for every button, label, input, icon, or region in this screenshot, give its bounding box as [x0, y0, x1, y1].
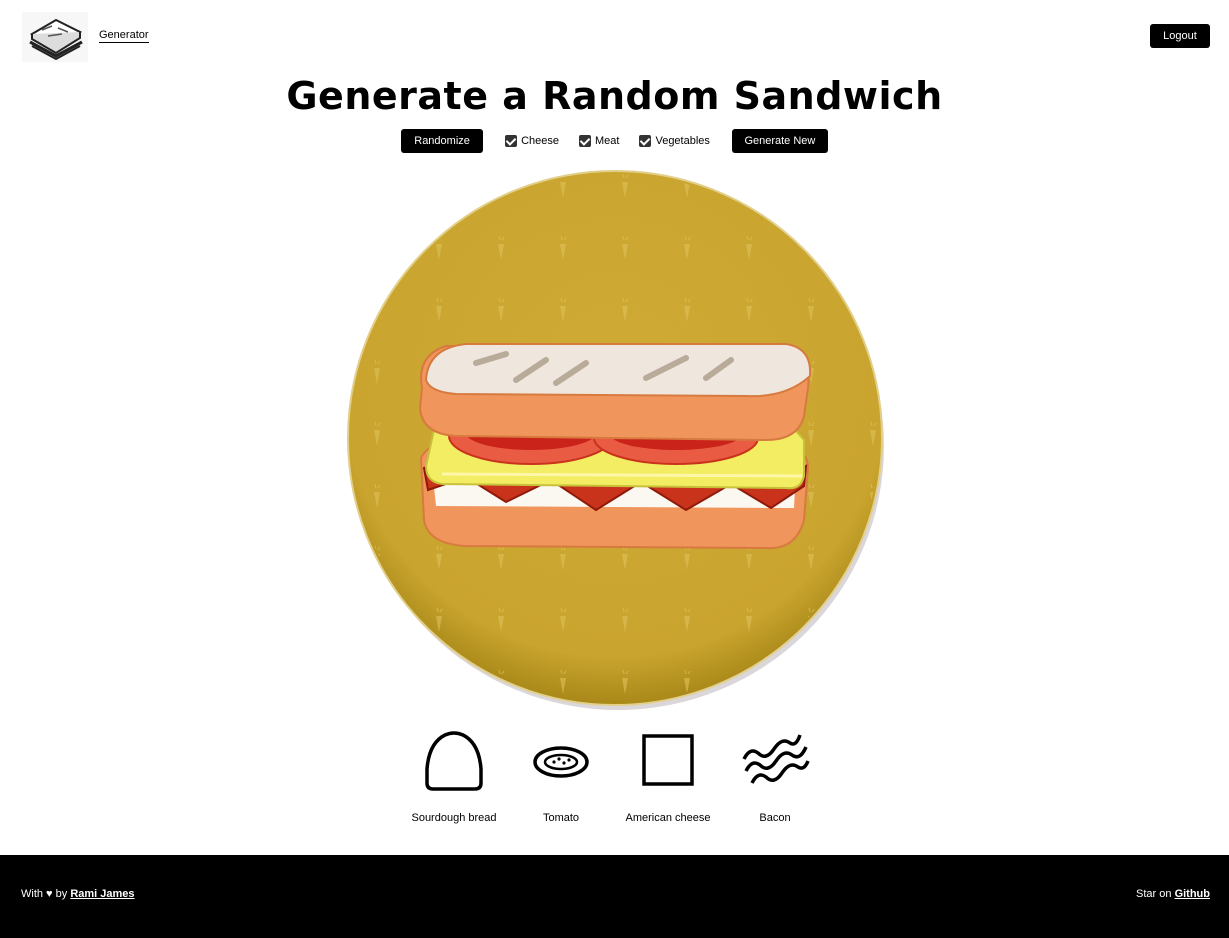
- footer-star-text: Star on: [1136, 888, 1172, 900]
- meat-checkbox[interactable]: Meat: [579, 135, 619, 147]
- ingredient-item[interactable]: Sourdough bread: [401, 725, 508, 824]
- ingredient-label: Bacon: [759, 812, 791, 824]
- github-link[interactable]: Github: [1175, 888, 1210, 900]
- randomize-button[interactable]: Randomize: [401, 129, 484, 153]
- ingredient-label: Tomato: [542, 812, 580, 824]
- bacon-icon: [742, 734, 810, 784]
- bread-icon: [425, 731, 483, 791]
- logout-button[interactable]: Logout: [1150, 24, 1210, 48]
- checkbox-checked-icon[interactable]: [639, 135, 652, 147]
- sandwich-logo-icon[interactable]: [22, 12, 88, 62]
- nav-generator-link[interactable]: Generator: [99, 29, 149, 43]
- footer-github: Star on Github: [1136, 888, 1210, 900]
- page-title: Generate a Random Sandwich: [286, 74, 943, 118]
- ingredient-item[interactable]: Tomato: [508, 725, 615, 824]
- footer-credit: With ♥ by Rami James: [21, 888, 135, 900]
- cheese-checkbox[interactable]: Cheese: [505, 135, 559, 147]
- cheese-checkbox-label: Cheese: [521, 135, 559, 147]
- generate-new-button[interactable]: Generate New: [731, 129, 828, 153]
- vegetables-checkbox-label: Vegetables: [655, 135, 710, 147]
- cheese-icon: [642, 734, 694, 786]
- ingredient-list: Sourdough bread Tomato American cheese B…: [0, 725, 1229, 824]
- site-header: Generator Logout: [0, 0, 1229, 72]
- site-footer: With ♥ by Rami James Star on Github: [0, 855, 1229, 938]
- footer-credit-text: With ♥ by: [21, 888, 68, 900]
- tomato-icon: [533, 746, 589, 778]
- ingredient-item[interactable]: Bacon: [722, 725, 829, 824]
- checkbox-checked-icon[interactable]: [505, 135, 518, 147]
- vegetables-checkbox[interactable]: Vegetables: [639, 135, 710, 147]
- checkbox-checked-icon[interactable]: [579, 135, 591, 147]
- author-link[interactable]: Rami James: [70, 888, 134, 900]
- ingredient-label: Sourdough bread: [411, 812, 497, 824]
- ingredient-item[interactable]: American cheese: [615, 725, 722, 824]
- controls-bar: Randomize Cheese Meat Vegetables Generat…: [0, 129, 1229, 153]
- ingredient-label: American cheese: [625, 812, 711, 824]
- sandwich-plate-image: [346, 168, 886, 713]
- meat-checkbox-label: Meat: [595, 135, 620, 147]
